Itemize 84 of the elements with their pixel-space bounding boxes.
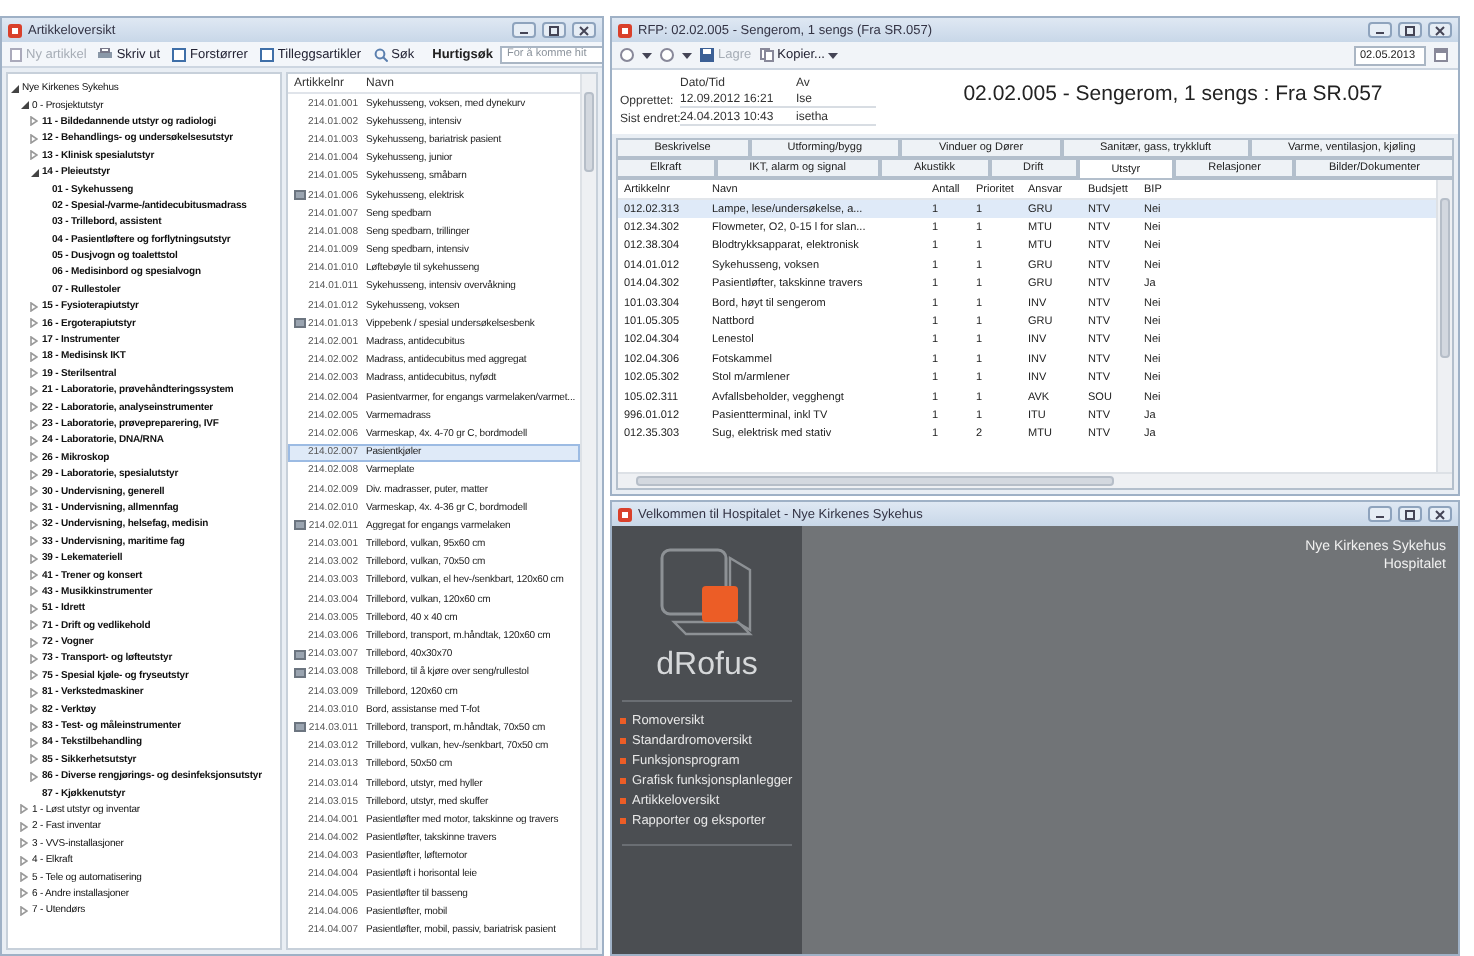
minimize-button[interactable] bbox=[512, 22, 536, 38]
collapsed-arrow-icon[interactable] bbox=[20, 838, 28, 849]
collapsed-arrow-icon[interactable] bbox=[30, 150, 38, 161]
maximize-icon bbox=[1404, 25, 1416, 35]
collapsed-arrow-icon[interactable] bbox=[30, 133, 38, 144]
collapsed-arrow-icon[interactable] bbox=[30, 670, 38, 681]
close-button[interactable] bbox=[1428, 506, 1452, 522]
collapsed-arrow-icon[interactable] bbox=[30, 301, 38, 312]
frame-icon bbox=[259, 47, 274, 61]
collapsed-arrow-icon[interactable] bbox=[30, 771, 38, 782]
collapsed-arrow-icon[interactable] bbox=[30, 687, 38, 698]
close-icon bbox=[1434, 509, 1446, 519]
minimize-icon bbox=[1374, 510, 1386, 518]
collapsed-arrow-icon[interactable] bbox=[30, 318, 38, 329]
room-heading: 02.02.005 - Sengerom, 1 sengs : Fra SR.057 bbox=[961, 80, 1385, 110]
close-icon bbox=[578, 25, 590, 35]
bullet-icon bbox=[620, 738, 626, 744]
close-button[interactable] bbox=[572, 22, 596, 38]
bullet-icon bbox=[620, 758, 626, 764]
app-icon bbox=[8, 23, 22, 37]
collapsed-arrow-icon[interactable] bbox=[30, 368, 38, 379]
maximize-button[interactable] bbox=[1398, 506, 1422, 522]
maximize-icon bbox=[548, 25, 560, 35]
caret-icon[interactable] bbox=[642, 51, 652, 59]
collapsed-arrow-icon[interactable] bbox=[30, 116, 38, 127]
collapsed-arrow-icon[interactable] bbox=[30, 452, 38, 463]
expanded-arrow-icon[interactable] bbox=[30, 167, 40, 178]
collapsed-arrow-icon[interactable] bbox=[30, 385, 38, 396]
collapsed-arrow-icon[interactable] bbox=[30, 737, 38, 748]
printer-icon bbox=[98, 48, 113, 60]
collapsed-arrow-icon[interactable] bbox=[30, 570, 38, 581]
caret-icon[interactable] bbox=[682, 51, 692, 59]
collapsed-arrow-icon[interactable] bbox=[30, 704, 38, 715]
collapsed-arrow-icon[interactable] bbox=[30, 721, 38, 732]
bullet-icon bbox=[620, 818, 626, 824]
expanded-arrow-icon[interactable] bbox=[10, 83, 20, 94]
minimize-button[interactable] bbox=[1368, 506, 1392, 522]
document-icon bbox=[10, 47, 22, 61]
collapsed-arrow-icon[interactable] bbox=[30, 486, 38, 497]
collapsed-arrow-icon[interactable] bbox=[30, 653, 38, 664]
caret-icon bbox=[828, 51, 839, 59]
collapsed-arrow-icon[interactable] bbox=[30, 419, 38, 429]
collapsed-arrow-icon[interactable] bbox=[30, 435, 38, 446]
scrollbar[interactable] bbox=[1436, 180, 1452, 472]
maximize-button[interactable] bbox=[542, 22, 566, 38]
close-icon bbox=[1434, 25, 1446, 35]
bullet-icon bbox=[620, 778, 626, 784]
bullet-icon bbox=[620, 718, 626, 724]
collapsed-arrow-icon[interactable] bbox=[20, 821, 28, 832]
minimize-icon bbox=[1374, 26, 1386, 34]
collapsed-arrow-icon[interactable] bbox=[30, 502, 38, 513]
collapsed-arrow-icon[interactable] bbox=[30, 469, 38, 480]
collapsed-arrow-icon[interactable] bbox=[20, 855, 28, 866]
collapsed-arrow-icon[interactable] bbox=[30, 553, 38, 564]
app-icon bbox=[618, 507, 632, 521]
collapsed-arrow-icon[interactable] bbox=[20, 905, 28, 916]
calendar-icon[interactable] bbox=[1434, 48, 1450, 62]
collapsed-arrow-icon[interactable] bbox=[30, 603, 38, 614]
expanded-arrow-icon[interactable] bbox=[20, 100, 30, 111]
collapsed-arrow-icon[interactable] bbox=[30, 519, 38, 530]
frame-icon bbox=[172, 47, 187, 61]
close-button[interactable] bbox=[1428, 22, 1452, 38]
scrollbar[interactable] bbox=[618, 472, 1452, 488]
maximize-button[interactable] bbox=[1398, 22, 1422, 38]
collapsed-arrow-icon[interactable] bbox=[30, 402, 38, 413]
copy-icon bbox=[759, 48, 774, 62]
collapsed-arrow-icon[interactable] bbox=[30, 637, 38, 648]
collapsed-arrow-icon[interactable] bbox=[30, 335, 38, 346]
collapsed-arrow-icon[interactable] bbox=[20, 872, 28, 883]
minimize-icon bbox=[518, 26, 530, 34]
scrollbar[interactable] bbox=[580, 74, 596, 948]
maximize-icon bbox=[1404, 509, 1416, 519]
collapsed-arrow-icon[interactable] bbox=[20, 888, 28, 899]
collapsed-arrow-icon[interactable] bbox=[30, 586, 38, 597]
app-icon bbox=[618, 23, 632, 37]
search-icon bbox=[373, 47, 388, 61]
collapsed-arrow-icon[interactable] bbox=[30, 620, 38, 631]
collapsed-arrow-icon[interactable] bbox=[20, 804, 28, 815]
collapsed-arrow-icon[interactable] bbox=[30, 351, 38, 362]
collapsed-arrow-icon[interactable] bbox=[30, 754, 38, 765]
minimize-button[interactable] bbox=[1368, 22, 1392, 38]
bullet-icon bbox=[620, 798, 626, 804]
collapsed-arrow-icon[interactable] bbox=[30, 536, 38, 547]
logo-text: dRofus bbox=[656, 648, 758, 684]
